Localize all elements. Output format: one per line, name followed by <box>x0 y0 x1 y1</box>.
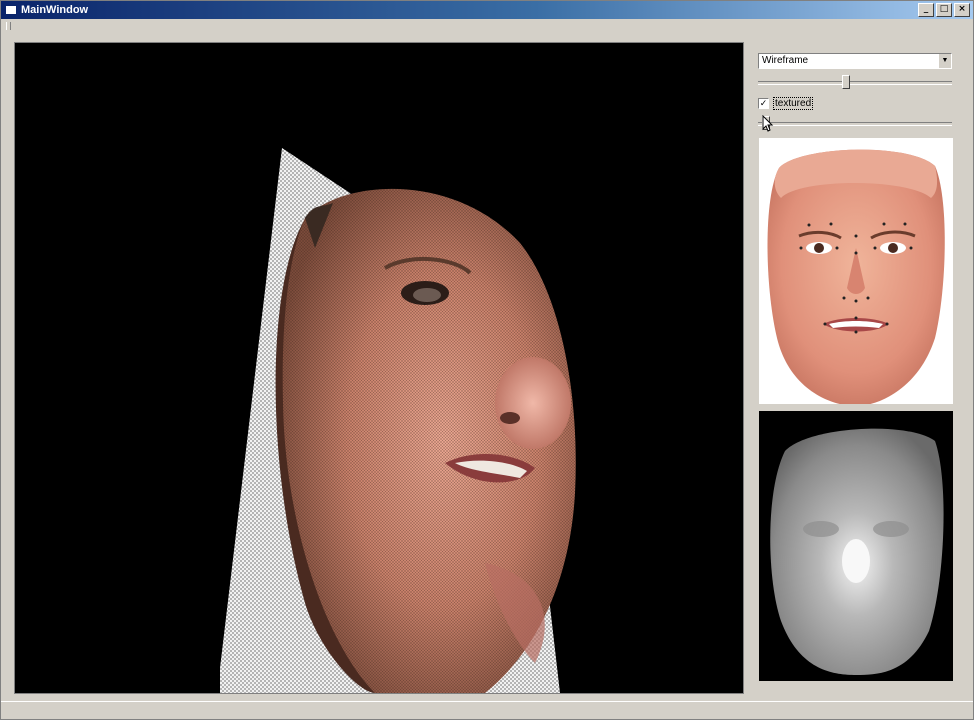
slider-1-thumb[interactable] <box>842 75 850 89</box>
slider-2-track <box>758 122 952 126</box>
slider-2[interactable] <box>758 116 952 130</box>
toolbar-grip[interactable] <box>6 22 11 30</box>
main-window: MainWindow _ □ × Wireframe ▼ ✓ textured <box>0 0 974 720</box>
nose-region <box>495 357 571 449</box>
close-icon: × <box>958 4 966 14</box>
status-bar <box>1 701 973 720</box>
app-icon <box>5 5 17 15</box>
slider-1[interactable] <box>758 75 952 89</box>
render-mode-dropdown[interactable]: Wireframe ▼ <box>758 53 952 69</box>
3d-viewport[interactable] <box>14 42 744 694</box>
mouse-pointer-icon <box>762 115 774 132</box>
close-button[interactable]: × <box>954 3 970 17</box>
toolbar-strip <box>1 19 973 33</box>
textured-checkbox[interactable]: ✓ <box>758 98 769 109</box>
title-bar[interactable]: MainWindow _ □ × <box>1 1 973 19</box>
maximize-button[interactable]: □ <box>936 3 952 17</box>
textured-checkbox-row[interactable]: ✓ textured <box>758 97 814 110</box>
render-mode-value: Wireframe <box>762 55 809 66</box>
window-title: MainWindow <box>21 4 89 16</box>
side-panel: Wireframe ▼ ✓ textured <box>748 42 960 692</box>
minimize-button[interactable]: _ <box>918 3 934 17</box>
slider-1-track <box>758 81 952 85</box>
checkmark-icon: ✓ <box>759 98 768 108</box>
face-mesh-render <box>220 148 576 693</box>
texture-image <box>759 138 953 404</box>
minimize-icon: _ <box>923 4 929 14</box>
depth-map-image <box>759 411 953 681</box>
chevron-down-icon[interactable]: ▼ <box>938 54 951 68</box>
window-controls: _ □ × <box>918 3 970 17</box>
maximize-icon: □ <box>939 4 949 14</box>
textured-label: textured <box>773 97 814 110</box>
